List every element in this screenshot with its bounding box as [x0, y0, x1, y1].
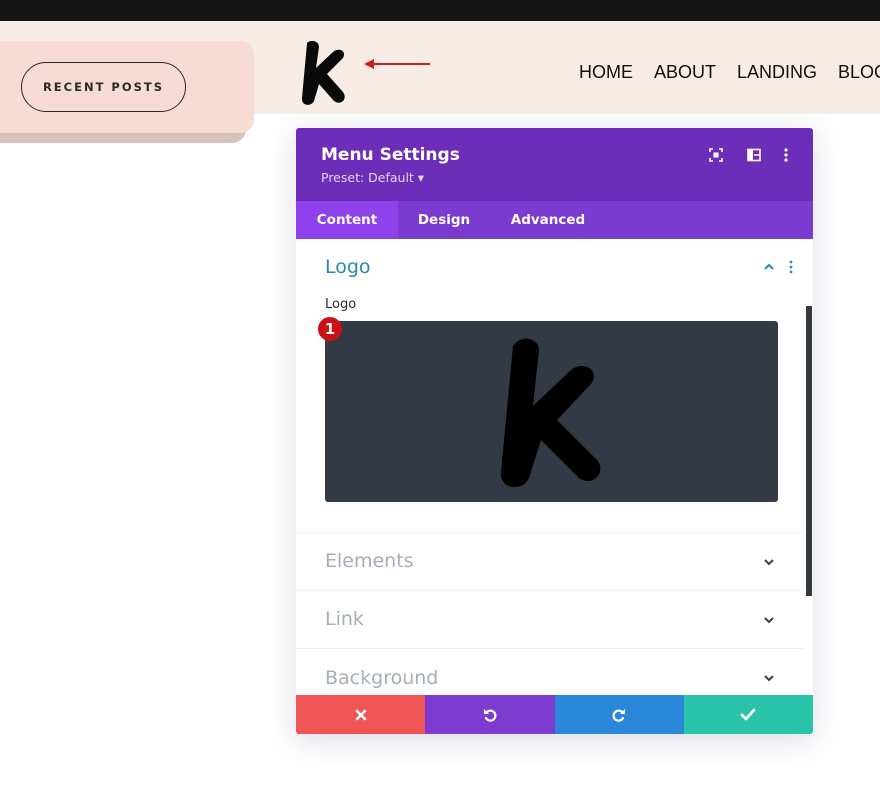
close-icon	[355, 709, 366, 720]
section-link-title[interactable]: Link	[325, 608, 364, 630]
step-badge: 1	[318, 317, 342, 341]
tab-content[interactable]: Content	[296, 201, 398, 239]
undo-button[interactable]	[425, 695, 555, 734]
section-elements-title[interactable]: Elements	[325, 550, 414, 572]
recent-posts-button[interactable]: RECENT POSTS	[21, 62, 186, 112]
nav-blog[interactable]: BLOG	[838, 62, 880, 83]
main-nav: HOME ABOUT LANDING BLOG	[579, 62, 880, 83]
check-icon	[740, 708, 756, 720]
section-background-title[interactable]: Background	[325, 667, 438, 689]
panel-footer	[296, 695, 813, 734]
panel-header: Menu Settings Preset: Default ▾	[296, 128, 813, 201]
tab-design[interactable]: Design	[398, 201, 490, 239]
panel-scrollbar[interactable]	[806, 306, 812, 596]
nav-about[interactable]: ABOUT	[654, 62, 716, 83]
chevron-up-icon[interactable]	[762, 260, 776, 274]
chevron-down-icon[interactable]	[762, 671, 776, 685]
tab-advanced[interactable]: Advanced	[490, 201, 606, 239]
cancel-button[interactable]	[296, 695, 426, 734]
preset-dropdown[interactable]: Preset: Default ▾	[321, 170, 424, 185]
logo-field-label: Logo	[325, 297, 357, 312]
logo-upload-preview[interactable]	[325, 321, 778, 502]
arrow-pointer-icon	[364, 59, 430, 69]
focus-icon[interactable]	[707, 146, 725, 164]
panel-tabs: Content Design Advanced	[296, 201, 813, 239]
logo-preview-image	[500, 338, 601, 488]
more-vertical-icon[interactable]	[777, 146, 795, 164]
menu-settings-panel: Menu Settings Preset: Default ▾ Content …	[296, 128, 813, 734]
nav-home[interactable]: HOME	[579, 62, 633, 83]
chevron-down-icon[interactable]	[762, 613, 776, 627]
top-bar	[0, 0, 880, 21]
section-more-icon[interactable]	[786, 259, 796, 275]
section-divider	[296, 648, 804, 649]
undo-icon	[483, 708, 497, 722]
section-divider	[296, 590, 804, 591]
nav-landing[interactable]: LANDING	[737, 62, 817, 83]
split-view-icon[interactable]	[745, 146, 763, 164]
panel-title: Menu Settings	[321, 145, 460, 165]
chevron-down-icon[interactable]	[762, 555, 776, 569]
save-button[interactable]	[683, 695, 813, 734]
site-logo-k[interactable]	[297, 38, 353, 108]
section-divider	[296, 532, 804, 533]
redo-button[interactable]	[554, 695, 684, 734]
section-logo-title[interactable]: Logo	[325, 256, 371, 278]
redo-icon	[612, 708, 626, 722]
